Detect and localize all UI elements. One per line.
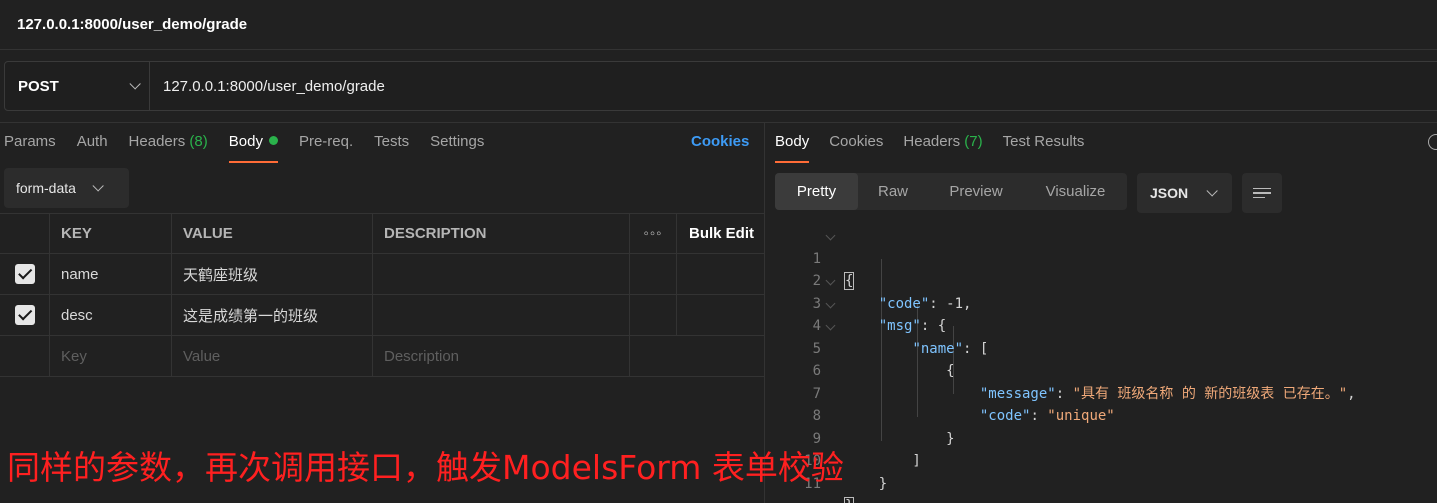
code-line: 6 "message": "具有 班级名称 的 新的班级表 已存在。", [775, 338, 1437, 402]
value-column-header: VALUE [172, 214, 373, 253]
view-raw[interactable]: Raw [858, 173, 928, 210]
tab-test-results[interactable]: Test Results [1003, 130, 1085, 163]
tab-response-cookies[interactable]: Cookies [829, 130, 883, 163]
empty-cell [630, 254, 677, 294]
request-title-bar: 127.0.0.1:8000/user_demo/grade [0, 0, 1437, 50]
tab-body-label: Body [228, 133, 263, 150]
table-row: desc 这是成绩第一的班级 [0, 295, 764, 336]
empty-cell [677, 295, 764, 335]
code-line: 3 "msg": { [775, 270, 1437, 334]
tab-response-headers-label: Headers [903, 133, 961, 150]
description-cell[interactable] [373, 254, 630, 294]
view-pretty[interactable]: Pretty [775, 173, 858, 210]
row-checkbox-cell [0, 336, 50, 376]
new-description-input[interactable]: Description [373, 336, 630, 376]
cookies-link[interactable]: Cookies [691, 133, 749, 150]
code-line: 7 "code": "unique" [775, 360, 1437, 425]
code-line: 9 ] [775, 405, 1437, 470]
chevron-down-icon [129, 78, 141, 90]
code-text: } [843, 495, 855, 503]
row-checkbox-cell [0, 254, 50, 294]
code-line: 10 } [775, 428, 1437, 492]
code-line: 1 { [775, 225, 1437, 290]
wrap-icon [1253, 196, 1265, 199]
tab-params[interactable]: Params [4, 130, 56, 163]
tab-headers[interactable]: Headers (8) [129, 130, 208, 163]
code-line: 11 } [775, 450, 1437, 503]
tab-tests[interactable]: Tests [374, 130, 409, 163]
bracket: } [843, 497, 855, 503]
checkbox-column-header [0, 214, 50, 253]
response-headers-count: (7) [964, 133, 983, 150]
response-tabs: Body Cookies Headers (7) Test Results [775, 130, 1104, 163]
wrap-lines-button[interactable] [1242, 173, 1282, 213]
tab-response-headers[interactable]: Headers (7) [903, 130, 982, 163]
tab-auth[interactable]: Auth [77, 130, 108, 163]
fold-chevron-icon[interactable] [825, 298, 836, 308]
tab-prereq[interactable]: Pre-req. [299, 130, 353, 163]
tab-body[interactable]: Body [228, 130, 279, 163]
code-line: 8 } [775, 383, 1437, 447]
tab-settings[interactable]: Settings [430, 130, 484, 163]
code-line: 4 "name": [ [775, 293, 1437, 357]
view-mode-selector: Pretty Raw Preview Visualize [775, 173, 1127, 210]
body-type-label: form-data [16, 180, 76, 196]
response-body-editor[interactable]: 1 { 2 "code": -1, 3 "msg": { 4 "name": [… [775, 225, 1437, 503]
fold-chevron-icon[interactable] [825, 320, 836, 331]
request-tabs: Params Auth Headers (8) Body Pre-req. Te… [4, 130, 505, 163]
empty-cell [677, 254, 764, 294]
more-options-button[interactable]: ◦◦◦ [630, 214, 677, 253]
format-label: JSON [1150, 185, 1189, 201]
more-icon: ◦◦◦ [643, 225, 663, 242]
row-checkbox[interactable] [14, 305, 35, 325]
new-key-input[interactable]: Key [50, 336, 172, 376]
globe-icon[interactable] [1428, 134, 1437, 150]
tab-response-body[interactable]: Body [775, 130, 810, 163]
method-select[interactable]: POST [5, 62, 150, 110]
description-column-header: DESCRIPTION [373, 214, 630, 253]
bulk-edit-button[interactable]: Bulk Edit [677, 214, 764, 253]
code-text: } [845, 475, 888, 492]
new-value-input[interactable]: Value [172, 336, 373, 376]
wrap-icon [1253, 192, 1271, 194]
table-row: name 天鹤座班级 [0, 254, 764, 295]
body-indicator-dot [268, 136, 278, 145]
params-table: KEY VALUE DESCRIPTION ◦◦◦ Bulk Edit name… [0, 213, 764, 377]
chevron-down-icon [92, 180, 104, 192]
key-column-header: KEY [50, 214, 172, 253]
empty-cell [630, 295, 677, 335]
code-line: 5 { [775, 315, 1437, 379]
request-title[interactable]: 127.0.0.1:8000/user_demo/grade [17, 16, 247, 33]
description-cell[interactable] [373, 295, 630, 335]
url-bar: POST 127.0.0.1:8000/user_demo/grade [4, 61, 1437, 111]
fold-chevron-icon[interactable] [825, 275, 836, 286]
view-visualize[interactable]: Visualize [1024, 173, 1127, 210]
chevron-down-icon [1206, 185, 1218, 197]
table-header-row: KEY VALUE DESCRIPTION ◦◦◦ Bulk Edit [0, 213, 764, 254]
format-select[interactable]: JSON [1137, 173, 1232, 213]
annotation-caption: 同样的参数，再次调用接口，触发ModelsForm 表单校验 [7, 448, 844, 487]
key-cell[interactable]: desc [50, 295, 172, 335]
row-checkbox[interactable] [14, 264, 35, 284]
postman-window: 127.0.0.1:8000/user_demo/grade POST 127.… [0, 0, 1437, 503]
value-cell[interactable]: 这是成绩第一的班级 [172, 295, 373, 335]
body-type-select[interactable]: form-data [4, 168, 129, 208]
table-row-new: Key Value Description [0, 336, 764, 377]
row-checkbox-cell [0, 295, 50, 335]
headers-count: (8) [189, 133, 208, 150]
view-preview[interactable]: Preview [928, 173, 1024, 210]
wrap-icon [1253, 187, 1271, 190]
value-cell[interactable]: 天鹤座班级 [172, 254, 373, 294]
url-input[interactable]: 127.0.0.1:8000/user_demo/grade [150, 62, 1437, 110]
tab-headers-label: Headers [128, 133, 186, 150]
divider [0, 122, 1437, 123]
code-line: 2 "code": -1, [775, 248, 1437, 312]
method-label: POST [18, 77, 59, 95]
key-cell[interactable]: name [50, 254, 172, 294]
fold-chevron-icon[interactable] [825, 230, 836, 241]
